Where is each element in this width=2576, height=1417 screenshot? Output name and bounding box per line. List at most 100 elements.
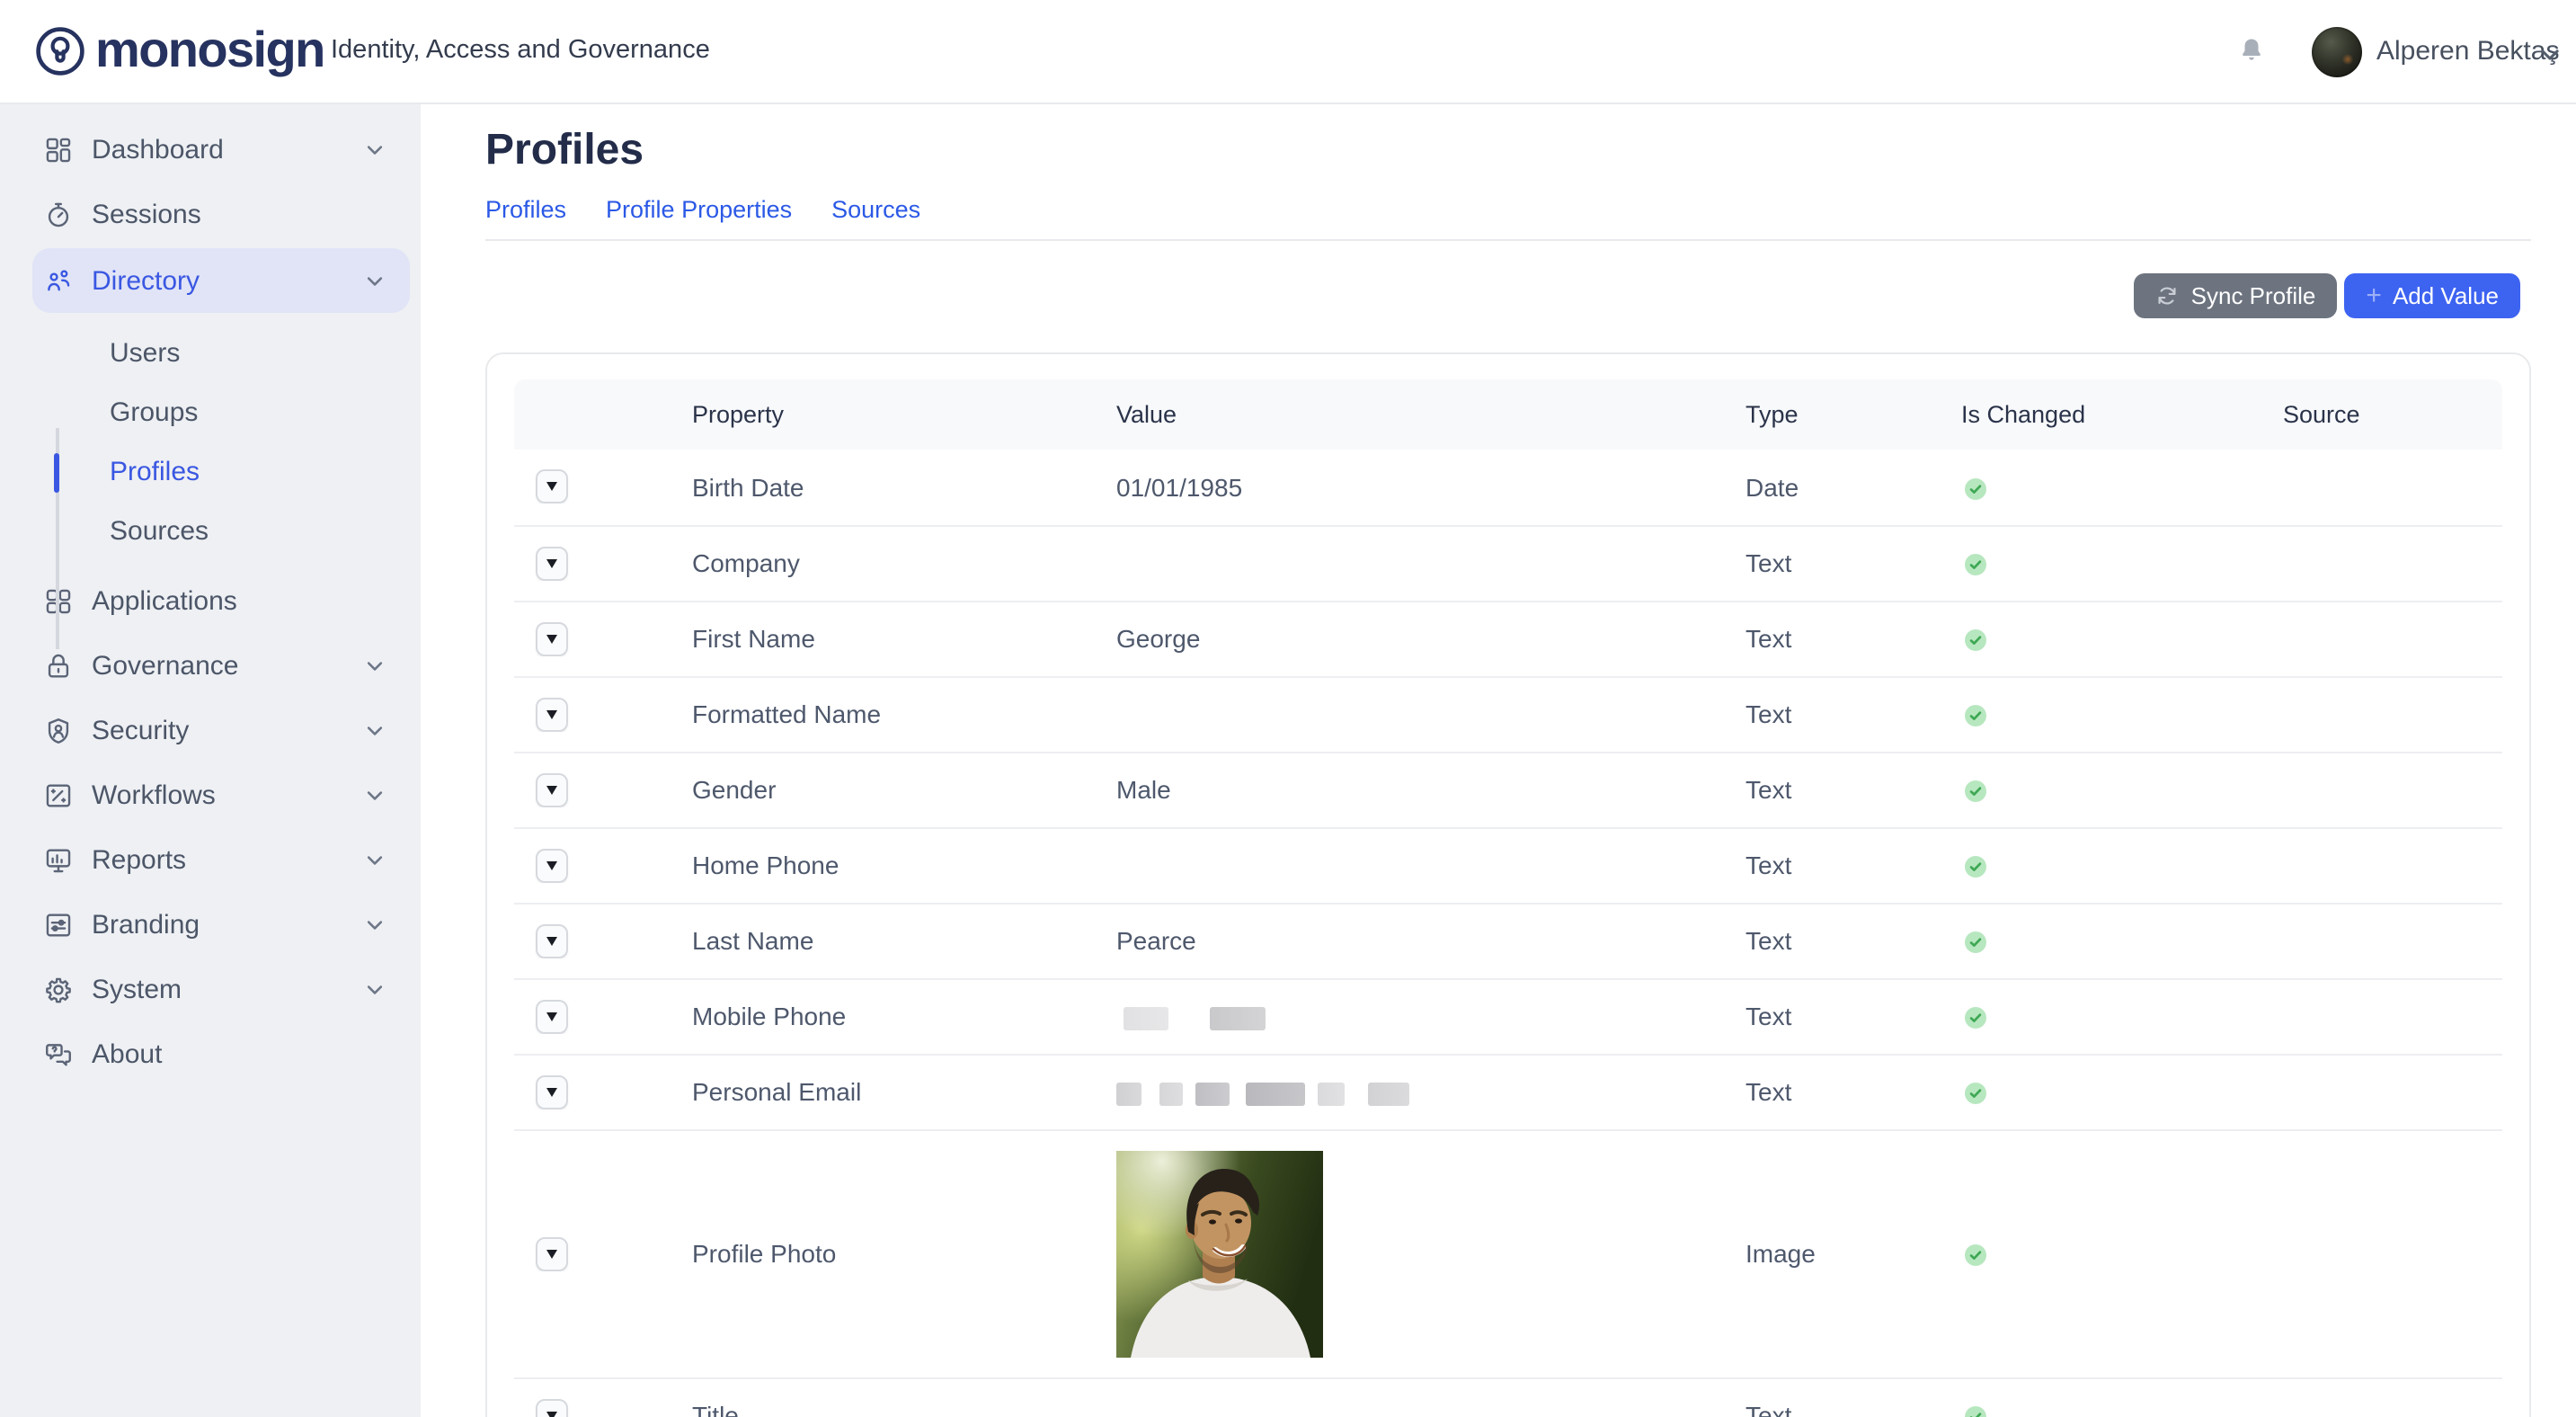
sidebar-item-branding[interactable]: Branding	[32, 892, 410, 957]
is-changed-cell	[1961, 1239, 2283, 1268]
chevron-down-icon	[365, 139, 385, 159]
type-cell: Text	[1745, 700, 1961, 728]
sidebar-item-dashboard[interactable]: Dashboard	[32, 117, 410, 182]
sidebar-item-label: Dashboard	[92, 134, 347, 165]
is-changed-cell	[1961, 926, 2283, 955]
sidebar-item-workflows[interactable]: Workflows	[32, 762, 410, 827]
row-expand-button[interactable]	[536, 1398, 568, 1417]
row-expand-button[interactable]	[536, 697, 568, 731]
sync-profile-button[interactable]: Sync Profile	[2134, 273, 2338, 318]
sidebar-item-about[interactable]: About	[32, 1021, 410, 1086]
sidebar-item-reports[interactable]: Reports	[32, 827, 410, 892]
is-changed-cell	[1961, 1077, 2283, 1106]
row-expand-button[interactable]	[536, 772, 568, 807]
is-changed-cell	[1961, 700, 2283, 728]
chevron-down-icon	[365, 655, 385, 675]
is-changed-cell	[1961, 775, 2283, 804]
expand-cell	[514, 1398, 692, 1417]
table-row-formatted-name: Formatted Name Text	[514, 675, 2502, 751]
property-cell: Mobile Phone	[692, 1002, 1116, 1030]
sidebar-item-security[interactable]: Security	[32, 698, 410, 762]
expand-cell	[514, 848, 692, 882]
user-name[interactable]: Alperen Bektaş	[2376, 36, 2559, 67]
value-cell: 01/01/1985	[1116, 472, 1745, 501]
expand-cell	[514, 999, 692, 1033]
is-changed-cell	[1961, 624, 2283, 653]
sidebar-item-profiles[interactable]: Profiles	[0, 442, 421, 502]
property-cell: Formatted Name	[692, 700, 1116, 728]
check-badge	[1965, 1083, 1986, 1104]
caret-down-icon	[546, 634, 557, 643]
system-icon	[43, 974, 74, 1004]
sidebar-item-groups[interactable]: Groups	[0, 383, 421, 442]
tab-profile-properties[interactable]: Profile Properties	[606, 192, 792, 228]
row-expand-button[interactable]	[536, 546, 568, 580]
sync-refresh-icon	[2155, 284, 2179, 307]
chevron-down-icon	[365, 979, 385, 999]
security-icon	[43, 715, 74, 745]
brand-wordmark: monosign	[95, 23, 324, 77]
row-expand-button[interactable]	[536, 1074, 568, 1109]
property-cell: Birth Date	[692, 472, 1116, 501]
redacted-value-block	[1368, 1083, 1409, 1106]
sidebar-item-system[interactable]: System	[32, 957, 410, 1021]
profile-photo-image	[1116, 1150, 1323, 1357]
sidebar-item-label: System	[92, 974, 347, 1004]
bell-icon[interactable]	[2236, 34, 2267, 67]
row-expand-button[interactable]	[536, 1236, 568, 1270]
sidebar-item-users[interactable]: Users	[0, 324, 421, 383]
sidebar-item-applications[interactable]: Applications	[32, 568, 410, 633]
sidebar-item-sources[interactable]: Sources	[0, 502, 421, 561]
check-icon	[1968, 1011, 1983, 1025]
chevron-down-icon[interactable]	[2538, 43, 2562, 76]
check-badge	[1965, 1244, 1986, 1266]
check-badge	[1965, 931, 1986, 953]
redacted-value-block	[1210, 1007, 1266, 1030]
caret-down-icon	[546, 1411, 557, 1417]
profile-table-card: Property Value Type Is Changed Source Bi…	[485, 352, 2531, 1417]
add-value-button[interactable]: + Add Value	[2344, 273, 2520, 318]
chevron-down-icon	[365, 914, 385, 934]
check-icon	[1968, 633, 1983, 647]
sidebar-item-label: Workflows	[92, 780, 347, 810]
check-icon	[1968, 860, 1983, 874]
property-cell: Company	[692, 548, 1116, 577]
redacted-value-block	[1159, 1083, 1183, 1106]
check-icon	[1968, 1086, 1983, 1101]
table-header: Property Value Type Is Changed Source	[514, 379, 2502, 449]
sidebar-item-governance[interactable]: Governance	[32, 633, 410, 698]
topbar: monosign Identity, Access and Governance…	[0, 0, 2576, 104]
header-value: Value	[1116, 401, 1745, 428]
table-row-home-phone: Home Phone Text	[514, 826, 2502, 902]
tab-profiles[interactable]: Profiles	[485, 192, 566, 228]
workflows-icon	[43, 780, 74, 810]
type-cell: Text	[1745, 548, 1961, 577]
tab-sources[interactable]: Sources	[831, 192, 920, 228]
row-expand-button[interactable]	[536, 469, 568, 504]
row-expand-button[interactable]	[536, 848, 568, 882]
sidebar-item-label: Sessions	[92, 199, 347, 229]
directory-icon	[43, 265, 74, 296]
user-avatar[interactable]	[2312, 27, 2362, 77]
sidebar-subitem-label: Groups	[110, 397, 198, 428]
redacted-value-block	[1116, 1083, 1141, 1106]
check-badge	[1965, 780, 1986, 802]
sidebar-subitem-label: Users	[110, 338, 180, 369]
type-cell: Date	[1745, 472, 1961, 501]
table-row-last-name: Last Name Pearce Text	[514, 902, 2502, 977]
chevron-down-icon	[365, 720, 385, 740]
sidebar-item-sessions[interactable]: Sessions	[32, 182, 410, 246]
header-property: Property	[692, 401, 1116, 428]
caret-down-icon	[546, 860, 557, 869]
value-cell	[1116, 1002, 1745, 1030]
row-expand-button[interactable]	[536, 621, 568, 655]
redacted-value-block	[1124, 1007, 1168, 1030]
value-cell	[1116, 1130, 1745, 1377]
check-badge	[1965, 856, 1986, 878]
governance-icon	[43, 650, 74, 681]
row-expand-button[interactable]	[536, 923, 568, 958]
row-expand-button[interactable]	[536, 999, 568, 1033]
sidebar-item-directory[interactable]: Directory	[32, 248, 410, 313]
tabs-divider	[485, 239, 2531, 241]
sidebar-item-label: Applications	[92, 585, 347, 616]
